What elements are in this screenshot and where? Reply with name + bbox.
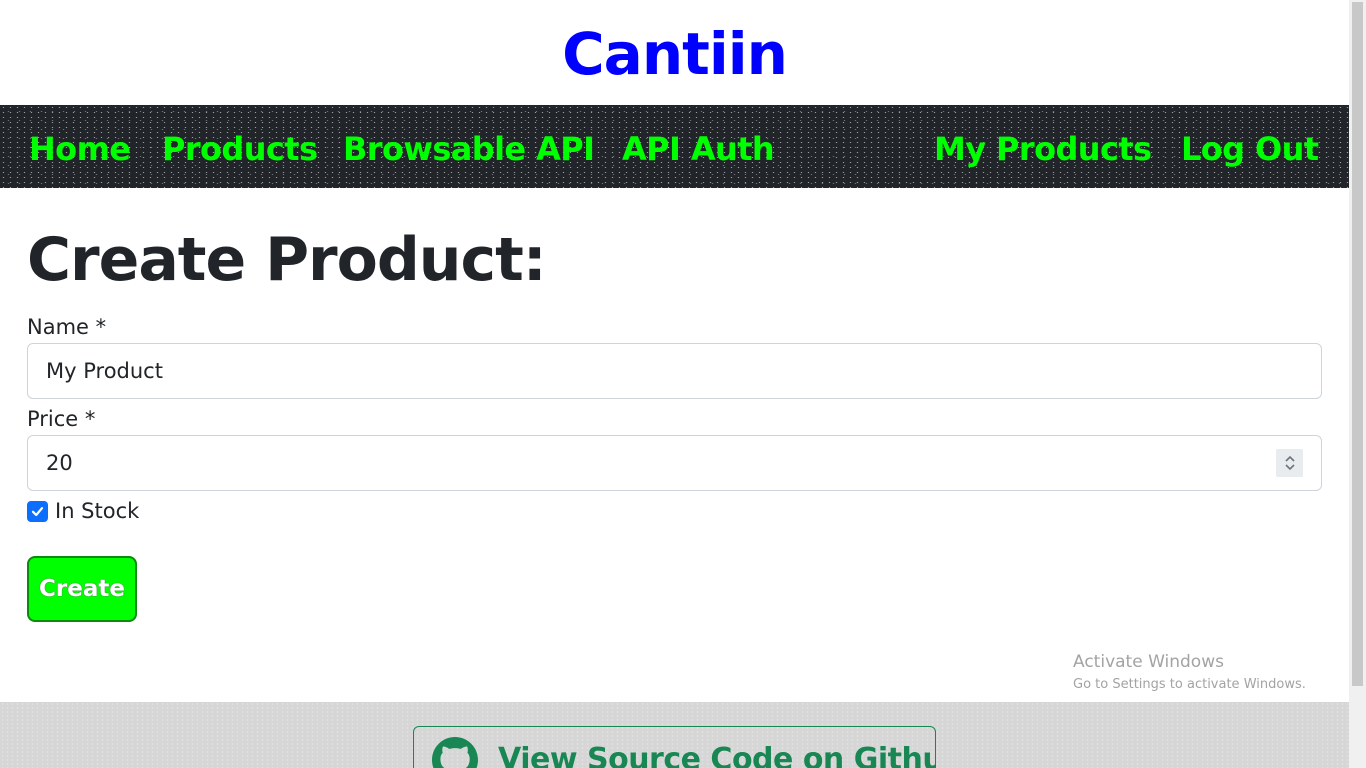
github-icon <box>432 737 478 768</box>
github-button-label: View Source Code on Github <box>498 742 936 768</box>
nav-my-products-link[interactable]: My Products <box>934 129 1152 169</box>
nav-browsable-api-link[interactable]: Browsable API <box>343 129 595 169</box>
name-input[interactable] <box>27 343 1322 399</box>
navbar: Home Products Browsable API API Auth My … <box>0 105 1349 188</box>
nav-home-link[interactable]: Home <box>29 129 131 169</box>
activate-windows-subtitle: Go to Settings to activate Windows. <box>1073 677 1306 692</box>
vertical-scrollbar[interactable] <box>1349 0 1366 768</box>
name-label: Name * <box>27 315 107 339</box>
price-input[interactable] <box>27 435 1322 491</box>
brand-title[interactable]: Cantiin <box>0 16 1349 92</box>
nav-log-out-link[interactable]: Log Out <box>1181 129 1319 169</box>
page: Cantiin Home Products Browsable API API … <box>0 0 1349 768</box>
checkmark-icon <box>31 507 44 517</box>
scrollbar-thumb[interactable] <box>1352 2 1363 686</box>
footer: View Source Code on Github <box>0 702 1349 768</box>
nav-products-link[interactable]: Products <box>162 129 318 169</box>
in-stock-checkbox[interactable] <box>27 501 48 522</box>
github-source-button[interactable]: View Source Code on Github <box>413 726 936 768</box>
nav-api-auth-link[interactable]: API Auth <box>622 129 775 169</box>
page-title: Create Product: <box>27 225 547 295</box>
chevron-up-icon <box>1284 455 1295 462</box>
price-label: Price * <box>27 407 96 431</box>
price-stepper[interactable] <box>1276 449 1303 477</box>
in-stock-label[interactable]: In Stock <box>55 497 139 525</box>
create-button[interactable]: Create <box>27 556 137 622</box>
chevron-down-icon <box>1284 464 1295 471</box>
activate-windows-title: Activate Windows <box>1073 652 1224 672</box>
